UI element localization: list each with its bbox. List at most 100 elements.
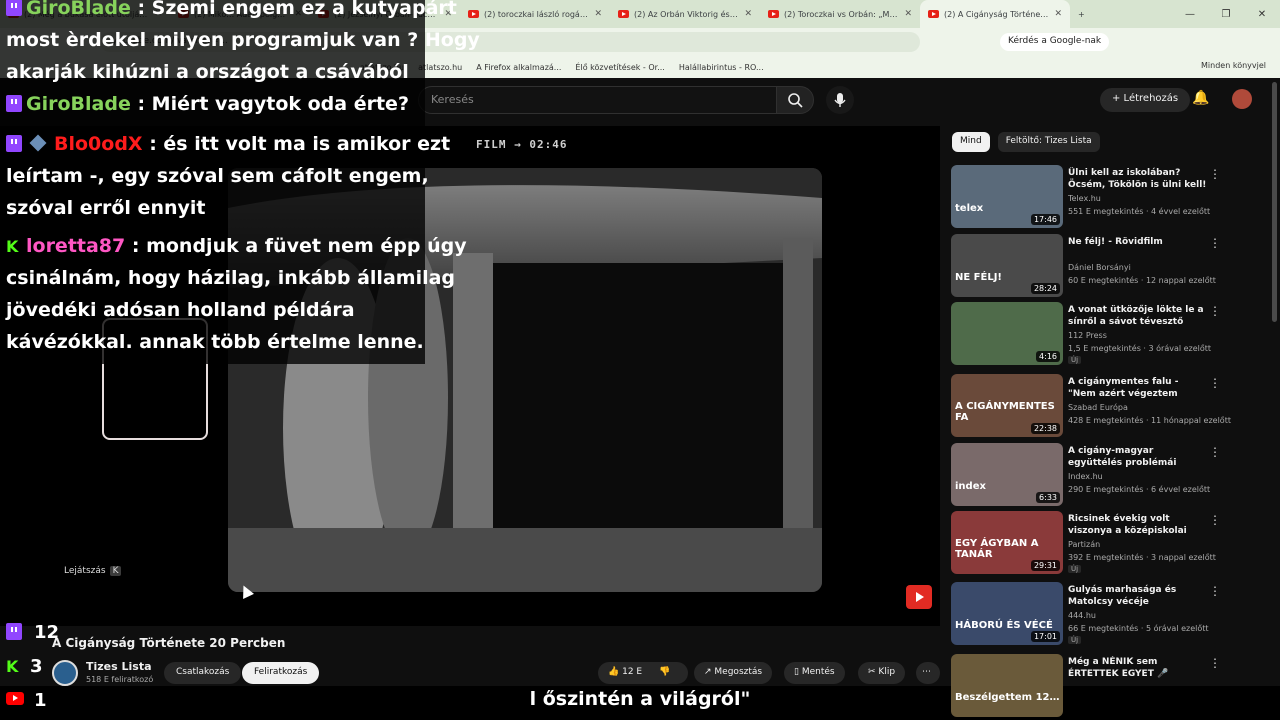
close-window-icon[interactable]: ✕: [1244, 9, 1280, 20]
video-title-link[interactable]: Gulyás marhasága és Matolcsy vécéje megb…: [1068, 584, 1208, 608]
video-thumbnail[interactable]: Beszélgettem 12…: [951, 654, 1063, 717]
chat-overlay: GiroBlade : Szemi engem ez a kutyapárt mo…: [0, 0, 480, 364]
youtube-logo-icon[interactable]: [906, 585, 932, 609]
new-tab-icon[interactable]: +: [1070, 0, 1093, 28]
video-channel-name[interactable]: Partizán: [1068, 540, 1100, 549]
filter-chip[interactable]: Mind: [952, 132, 990, 152]
chat-message-text: mondjuk a füvet nem épp úgy: [146, 235, 467, 257]
dislike-button[interactable]: 👎: [659, 667, 670, 677]
notifications-bell-icon[interactable]: 🔔: [1192, 90, 1209, 106]
thumbnail-caption: HÁBORÚ ÉS VÉCÉ: [955, 620, 1053, 631]
tab-close-icon[interactable]: ✕: [594, 9, 602, 19]
filter-chip[interactable]: Feltöltő: Tizes Lista: [997, 132, 1100, 152]
join-button[interactable]: Csatlakozás: [164, 662, 242, 684]
video-channel-name[interactable]: Telex.hu: [1068, 194, 1101, 203]
new-badge: Új: [1068, 636, 1082, 644]
chat-separator: :: [130, 93, 152, 115]
account-avatar[interactable]: [1232, 89, 1252, 109]
video-channel-name[interactable]: 444.hu: [1068, 611, 1096, 620]
video-title-link[interactable]: Még a NÉNIK sem ÉRTETTEK EGYET 🎤 #Debrec…: [1068, 656, 1208, 680]
recommended-video[interactable]: EGY ÁGYBAN A TANÁR 29:31 Ricsinek évekig v…: [951, 511, 1271, 575]
recommended-video[interactable]: 4:16 A vonat ütközője lökte le a sínről a…: [951, 302, 1271, 366]
more-options-icon[interactable]: ⋮: [1209, 584, 1221, 598]
minimize-icon[interactable]: —: [1172, 9, 1208, 20]
screen: (2) Még a bukása előtt utoljára…✕(2) Mik…: [0, 0, 1280, 720]
save-button[interactable]: ▯ Mentés: [784, 662, 845, 684]
more-options-icon[interactable]: ⋮: [1209, 445, 1221, 459]
recommended-video[interactable]: A CIGÁNYMENTES FA 22:38 A cigánymentes fal…: [951, 374, 1271, 438]
more-options-icon[interactable]: ⋮: [1209, 513, 1221, 527]
badge-icon: [29, 134, 47, 152]
clip-button[interactable]: ✂ Klip: [858, 662, 906, 684]
all-bookmarks-link[interactable]: Minden könyvjel: [1201, 61, 1266, 70]
video-title-link[interactable]: Ülni kell az iskolában? Öcsém, Tökölön i…: [1068, 167, 1208, 191]
chat-message-text: leírtam -, egy szóval sem cáfolt engem,: [6, 165, 429, 187]
chat-message-text: szóval erről ennyit: [6, 197, 206, 219]
video-thumbnail[interactable]: telex 17:46: [951, 165, 1063, 228]
video-title-link[interactable]: A cigány-magyar együttélés problémái Gyö…: [1068, 445, 1208, 469]
recommended-video[interactable]: HÁBORÚ ÉS VÉCÉ 17:01 Gulyás marhasága és M…: [951, 582, 1271, 646]
browser-tab[interactable]: (2) A Cigányság Története 20… ✕: [920, 0, 1070, 28]
more-options-icon[interactable]: ⋮: [1209, 656, 1221, 670]
google-ask-pill[interactable]: Kérdés a Google-nak: [1000, 33, 1110, 51]
chat-message-line: akarják kihúzni a országot a csávából: [6, 56, 409, 88]
video-channel-name[interactable]: Szabad Európa: [1068, 403, 1128, 412]
twitch-icon: [6, 0, 22, 16]
chat-message-line: leírtam -, egy szóval sem cáfolt engem,: [6, 160, 429, 192]
video-thumbnail[interactable]: index 6:33: [951, 443, 1063, 506]
tab-close-icon[interactable]: ✕: [1054, 9, 1062, 19]
video-channel-name[interactable]: Index.hu: [1068, 472, 1103, 481]
chat-message-line: Kloretta87 : mondjuk a füvet nem épp úgy: [6, 230, 467, 262]
tab-close-icon[interactable]: ✕: [744, 9, 752, 19]
share-button[interactable]: ↗ Megosztás: [694, 662, 773, 684]
create-button[interactable]: + Létrehozás: [1100, 88, 1191, 112]
bookmark-item[interactable]: A Firefox alkalmazá...: [476, 63, 561, 72]
video-title-link[interactable]: Ne félj! - Rövidfilm: [1068, 236, 1208, 248]
recommended-video[interactable]: Beszélgettem 12… Még a NÉNIK sem ÉRTETTEK…: [951, 654, 1271, 718]
browser-tab[interactable]: (2) toroczkai lászló rogán antal ✕: [460, 0, 610, 28]
more-options-icon[interactable]: ⋮: [1209, 236, 1221, 250]
mic-icon: [834, 93, 846, 107]
tab-label: (2) Az Orbán Viktorig és Magyar…: [634, 9, 739, 19]
video-thumbnail[interactable]: HÁBORÚ ÉS VÉCÉ 17:01: [951, 582, 1063, 645]
maximize-icon[interactable]: ❐: [1208, 9, 1244, 20]
browser-tab[interactable]: (2) Toroczkai vs Orbán: „Miniszt… ✕: [760, 0, 920, 28]
chat-message-text: jövedéki adósan holland példára: [6, 299, 355, 321]
video-title-link[interactable]: A vonat ütközője lökte le a sínről a sáv…: [1068, 304, 1208, 328]
recommended-video[interactable]: index 6:33 A cigány-magyar együttélés prob…: [951, 443, 1271, 507]
more-options-icon[interactable]: ⋮: [1209, 304, 1221, 318]
video-thumbnail[interactable]: A CIGÁNYMENTES FA 22:38: [951, 374, 1063, 437]
video-duration: 22:38: [1030, 423, 1060, 434]
more-options-icon[interactable]: ⋮: [1209, 376, 1221, 390]
recommended-video[interactable]: NE FÉLJ! 28:24 Ne félj! - Rövidfilm Dániel …: [951, 234, 1271, 298]
chat-separator: :: [130, 0, 152, 19]
thumbnail-caption: Beszélgettem 12…: [955, 692, 1060, 703]
channel-subscriber-count: 518 E feliratkozó: [86, 675, 154, 684]
video-channel-name[interactable]: Dániel Borsányi: [1068, 263, 1131, 272]
like-button[interactable]: 👍 12 E: [608, 667, 642, 677]
subscribe-button[interactable]: Feliratkozás: [242, 662, 320, 684]
channel-avatar[interactable]: [52, 660, 78, 686]
search-input[interactable]: Keresés: [418, 86, 778, 114]
youtube-count: 1: [34, 690, 47, 711]
chat-separator: :: [142, 133, 164, 155]
window-controls: — ❐ ✕: [1172, 0, 1280, 28]
video-title-link[interactable]: A cigánymentes falu - "Nem azért végezte…: [1068, 376, 1208, 400]
bookmark-item[interactable]: Élő közvetítések - Or...: [575, 63, 664, 72]
search-button[interactable]: [776, 86, 814, 114]
video-thumbnail[interactable]: 4:16: [951, 302, 1063, 365]
voice-search-button[interactable]: [826, 86, 854, 114]
video-thumbnail[interactable]: NE FÉLJ! 28:24: [951, 234, 1063, 297]
video-channel-name[interactable]: 112 Press: [1068, 331, 1107, 340]
browser-tab[interactable]: (2) Az Orbán Viktorig és Magyar… ✕: [610, 0, 760, 28]
chat-message-text: akarják kihúzni a országot a csávából: [6, 61, 409, 83]
recommended-video[interactable]: telex 17:46 Ülni kell az iskolában? Öcsém,…: [951, 165, 1271, 229]
more-actions-button[interactable]: ⋯: [916, 662, 940, 684]
more-options-icon[interactable]: ⋮: [1209, 167, 1221, 181]
video-thumbnail[interactable]: EGY ÁGYBAN A TANÁR 29:31: [951, 511, 1063, 574]
page-scrollbar[interactable]: [1272, 82, 1277, 322]
bookmark-item[interactable]: Halállabirintus - RO...: [679, 63, 764, 72]
video-title-link[interactable]: Ricsinek évekig volt viszonya a középisk…: [1068, 513, 1208, 537]
channel-name[interactable]: Tizes Lista: [86, 660, 152, 673]
tab-close-icon[interactable]: ✕: [904, 9, 912, 19]
